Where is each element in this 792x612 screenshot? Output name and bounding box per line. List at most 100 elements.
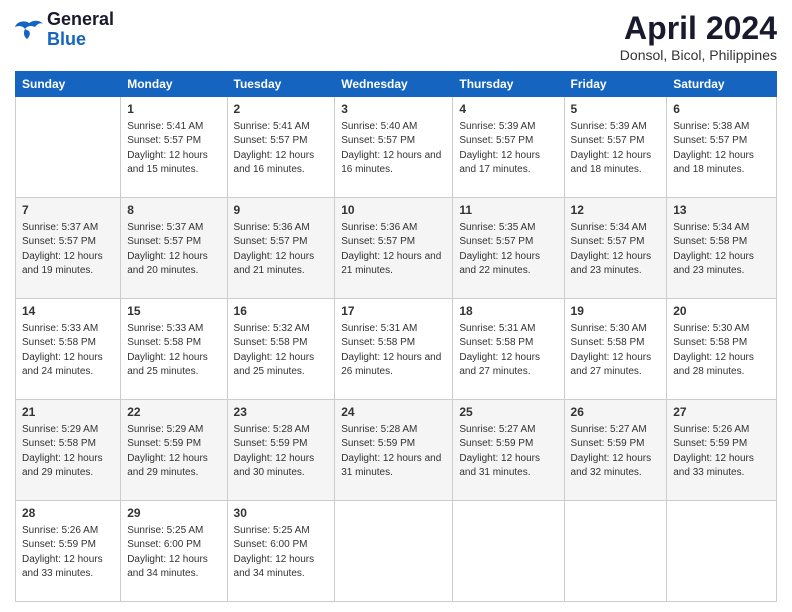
day-number: 28: [22, 505, 114, 522]
logo-bird-icon: [15, 19, 43, 41]
cell-5-4: [335, 501, 453, 602]
cell-2-1: 7 Sunrise: 5:37 AMSunset: 5:57 PMDaylight…: [16, 198, 121, 299]
header: General Blue April 2024 Donsol, Bicol, P…: [15, 10, 777, 63]
cell-3-5: 18 Sunrise: 5:31 AMSunset: 5:58 PMDayligh…: [453, 299, 564, 400]
day-number: 21: [22, 404, 114, 421]
day-number: 18: [459, 303, 557, 320]
day-number: 20: [673, 303, 770, 320]
title-block: April 2024 Donsol, Bicol, Philippines: [620, 10, 777, 63]
day-number: 13: [673, 202, 770, 219]
day-number: 25: [459, 404, 557, 421]
cell-info: Sunrise: 5:39 AMSunset: 5:57 PMDaylight:…: [571, 120, 661, 178]
cell-info: Sunrise: 5:28 AMSunset: 5:59 PMDaylight:…: [341, 423, 446, 481]
week-row-2: 7 Sunrise: 5:37 AMSunset: 5:57 PMDaylight…: [16, 198, 777, 299]
cell-info: Sunrise: 5:31 AMSunset: 5:58 PMDaylight:…: [459, 322, 557, 380]
cell-info: Sunrise: 5:34 AMSunset: 5:57 PMDaylight:…: [571, 221, 661, 279]
day-number: 7: [22, 202, 114, 219]
day-number: 30: [234, 505, 329, 522]
day-number: 17: [341, 303, 446, 320]
cell-info: Sunrise: 5:30 AMSunset: 5:58 PMDaylight:…: [571, 322, 661, 380]
cell-info: Sunrise: 5:41 AMSunset: 5:57 PMDaylight:…: [127, 120, 220, 178]
cell-info: Sunrise: 5:26 AMSunset: 5:59 PMDaylight:…: [22, 524, 114, 582]
cell-1-1: [16, 97, 121, 198]
cell-5-5: [453, 501, 564, 602]
day-number: 16: [234, 303, 329, 320]
day-number: 9: [234, 202, 329, 219]
col-header-sunday: Sunday: [16, 72, 121, 97]
cell-3-4: 17Sunrise: 5:31 AMSunset: 5:58 PMDayligh…: [335, 299, 453, 400]
cell-4-1: 21 Sunrise: 5:29 AMSunset: 5:58 PMDayligh…: [16, 400, 121, 501]
cell-info: Sunrise: 5:29 AMSunset: 5:59 PMDaylight:…: [127, 423, 220, 481]
day-number: 27: [673, 404, 770, 421]
day-number: 1: [127, 101, 220, 118]
col-header-wednesday: Wednesday: [335, 72, 453, 97]
cell-3-1: 14Sunrise: 5:33 AMSunset: 5:58 PMDayligh…: [16, 299, 121, 400]
cell-info: Sunrise: 5:40 AMSunset: 5:57 PMDaylight:…: [341, 120, 446, 178]
day-number: 15: [127, 303, 220, 320]
day-number: 14: [22, 303, 114, 320]
day-number: 6: [673, 101, 770, 118]
col-header-thursday: Thursday: [453, 72, 564, 97]
cell-info: Sunrise: 5:25 AMSunset: 6:00 PMDaylight:…: [127, 524, 220, 582]
cell-info: Sunrise: 5:35 AMSunset: 5:57 PMDaylight:…: [459, 221, 557, 279]
day-number: 23: [234, 404, 329, 421]
logo-general: General: [47, 10, 114, 30]
cell-4-7: 27Sunrise: 5:26 AMSunset: 5:59 PMDayligh…: [667, 400, 777, 501]
cell-3-6: 19 Sunrise: 5:30 AMSunset: 5:58 PMDayligh…: [564, 299, 667, 400]
calendar-subtitle: Donsol, Bicol, Philippines: [620, 47, 777, 63]
calendar-page: General Blue April 2024 Donsol, Bicol, P…: [0, 0, 792, 612]
week-row-4: 21 Sunrise: 5:29 AMSunset: 5:58 PMDayligh…: [16, 400, 777, 501]
cell-info: Sunrise: 5:33 AMSunset: 5:58 PMDaylight:…: [127, 322, 220, 380]
cell-info: Sunrise: 5:32 AMSunset: 5:58 PMDaylight:…: [234, 322, 329, 380]
col-header-tuesday: Tuesday: [227, 72, 335, 97]
cell-info: Sunrise: 5:37 AMSunset: 5:57 PMDaylight:…: [127, 221, 220, 279]
cell-5-7: [667, 501, 777, 602]
day-number: 24: [341, 404, 446, 421]
cell-info: Sunrise: 5:27 AMSunset: 5:59 PMDaylight:…: [571, 423, 661, 481]
cell-info: Sunrise: 5:30 AMSunset: 5:58 PMDaylight:…: [673, 322, 770, 380]
day-number: 11: [459, 202, 557, 219]
day-number: 29: [127, 505, 220, 522]
col-header-monday: Monday: [121, 72, 227, 97]
day-number: 26: [571, 404, 661, 421]
calendar-table: SundayMondayTuesdayWednesdayThursdayFrid…: [15, 71, 777, 602]
col-header-friday: Friday: [564, 72, 667, 97]
cell-info: Sunrise: 5:38 AMSunset: 5:57 PMDaylight:…: [673, 120, 770, 178]
cell-info: Sunrise: 5:29 AMSunset: 5:58 PMDaylight:…: [22, 423, 114, 481]
day-number: 10: [341, 202, 446, 219]
day-number: 19: [571, 303, 661, 320]
cell-info: Sunrise: 5:39 AMSunset: 5:57 PMDaylight:…: [459, 120, 557, 178]
cell-3-3: 16 Sunrise: 5:32 AMSunset: 5:58 PMDayligh…: [227, 299, 335, 400]
cell-info: Sunrise: 5:27 AMSunset: 5:59 PMDaylight:…: [459, 423, 557, 481]
cell-1-6: 5 Sunrise: 5:39 AMSunset: 5:57 PMDaylight…: [564, 97, 667, 198]
cell-1-5: 4 Sunrise: 5:39 AMSunset: 5:57 PMDaylight…: [453, 97, 564, 198]
day-number: 3: [341, 101, 446, 118]
cell-info: Sunrise: 5:37 AMSunset: 5:57 PMDaylight:…: [22, 221, 114, 279]
cell-4-6: 26 Sunrise: 5:27 AMSunset: 5:59 PMDayligh…: [564, 400, 667, 501]
cell-info: Sunrise: 5:36 AMSunset: 5:57 PMDaylight:…: [234, 221, 329, 279]
cell-1-2: 1 Sunrise: 5:41 AMSunset: 5:57 PMDaylight…: [121, 97, 227, 198]
cell-2-2: 8Sunrise: 5:37 AMSunset: 5:57 PMDaylight…: [121, 198, 227, 299]
cell-info: Sunrise: 5:41 AMSunset: 5:57 PMDaylight:…: [234, 120, 329, 178]
cell-1-7: 6 Sunrise: 5:38 AMSunset: 5:57 PMDaylight…: [667, 97, 777, 198]
cell-2-7: 13Sunrise: 5:34 AMSunset: 5:58 PMDayligh…: [667, 198, 777, 299]
cell-5-3: 30Sunrise: 5:25 AMSunset: 6:00 PMDayligh…: [227, 501, 335, 602]
cell-4-2: 22 Sunrise: 5:29 AMSunset: 5:59 PMDayligh…: [121, 400, 227, 501]
cell-2-6: 12Sunrise: 5:34 AMSunset: 5:57 PMDayligh…: [564, 198, 667, 299]
header-row: SundayMondayTuesdayWednesdayThursdayFrid…: [16, 72, 777, 97]
calendar-title: April 2024: [620, 10, 777, 47]
cell-1-3: 2Sunrise: 5:41 AMSunset: 5:57 PMDaylight…: [227, 97, 335, 198]
cell-1-4: 3 Sunrise: 5:40 AMSunset: 5:57 PMDaylight…: [335, 97, 453, 198]
cell-info: Sunrise: 5:36 AMSunset: 5:57 PMDaylight:…: [341, 221, 446, 279]
week-row-1: 1 Sunrise: 5:41 AMSunset: 5:57 PMDaylight…: [16, 97, 777, 198]
col-header-saturday: Saturday: [667, 72, 777, 97]
logo: General Blue: [15, 10, 114, 50]
cell-2-3: 9 Sunrise: 5:36 AMSunset: 5:57 PMDaylight…: [227, 198, 335, 299]
cell-4-4: 24 Sunrise: 5:28 AMSunset: 5:59 PMDayligh…: [335, 400, 453, 501]
week-row-5: 28 Sunrise: 5:26 AMSunset: 5:59 PMDayligh…: [16, 501, 777, 602]
cell-5-6: [564, 501, 667, 602]
day-number: 22: [127, 404, 220, 421]
day-number: 5: [571, 101, 661, 118]
cell-3-2: 15 Sunrise: 5:33 AMSunset: 5:58 PMDayligh…: [121, 299, 227, 400]
day-number: 4: [459, 101, 557, 118]
